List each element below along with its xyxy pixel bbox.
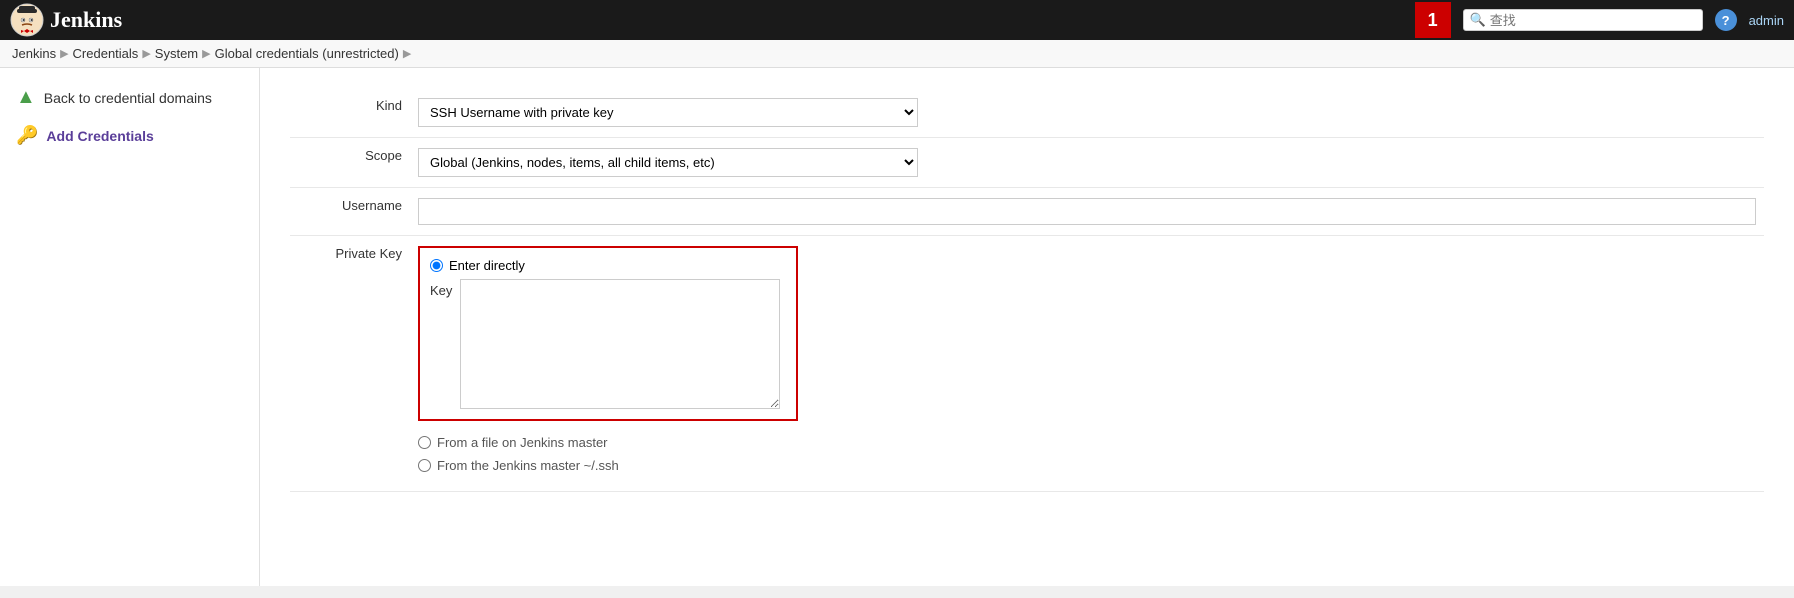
from-file-option: From a file on Jenkins master — [418, 435, 1756, 450]
breadcrumb-arrow-2: ▶ — [142, 47, 150, 60]
username-cell — [410, 188, 1764, 236]
search-box: 🔍 — [1463, 9, 1703, 31]
form-row-kind: Kind SSH Username with private key — [290, 88, 1764, 138]
navbar: Jenkins 1 🔍 ? admin — [0, 0, 1794, 40]
private-key-label: Private Key — [290, 236, 410, 492]
username-label: Username — [290, 188, 410, 236]
from-ssh-label: From the Jenkins master ~/.ssh — [437, 458, 619, 473]
private-key-cell: Enter directly Key From a file on Jenkin… — [410, 236, 1764, 492]
enter-directly-option: Enter directly — [430, 258, 786, 273]
sidebar: ▲ Back to credential domains 🔑 Add Crede… — [0, 68, 260, 586]
jenkins-avatar-icon — [10, 3, 44, 37]
kind-label: Kind — [290, 88, 410, 138]
breadcrumb-arrow-1: ▶ — [60, 47, 68, 60]
sidebar-item-add-credentials[interactable]: 🔑 Add Credentials — [0, 117, 259, 154]
search-input[interactable] — [1490, 13, 1690, 28]
build-count-badge[interactable]: 1 — [1415, 2, 1451, 38]
breadcrumb: Jenkins ▶ Credentials ▶ System ▶ Global … — [0, 40, 1794, 68]
enter-directly-label: Enter directly — [449, 258, 525, 273]
scope-label: Scope — [290, 138, 410, 188]
navbar-right: 1 🔍 ? admin — [1415, 2, 1784, 38]
from-file-label: From a file on Jenkins master — [437, 435, 608, 450]
navbar-left: Jenkins — [10, 3, 122, 37]
other-private-key-options: From a file on Jenkins master From the J… — [418, 435, 1756, 473]
form-row-private-key: Private Key Enter directly Key — [290, 236, 1764, 492]
breadcrumb-jenkins[interactable]: Jenkins — [12, 46, 56, 61]
app-title: Jenkins — [50, 7, 122, 33]
add-credentials-link[interactable]: Add Credentials — [46, 128, 153, 144]
admin-link[interactable]: admin — [1749, 13, 1784, 28]
enter-directly-radio[interactable] — [430, 259, 443, 272]
kind-cell: SSH Username with private key — [410, 88, 1764, 138]
username-input[interactable] — [418, 198, 1756, 225]
breadcrumb-system[interactable]: System — [155, 46, 198, 61]
form-area: Kind SSH Username with private key Scope… — [260, 68, 1794, 586]
breadcrumb-arrow-4: ▶ — [403, 47, 411, 60]
breadcrumb-global[interactable]: Global credentials (unrestricted) — [215, 46, 399, 61]
jenkins-logo: Jenkins — [10, 3, 122, 37]
scope-select[interactable]: Global (Jenkins, nodes, items, all child… — [418, 148, 918, 177]
help-icon[interactable]: ? — [1715, 9, 1737, 31]
breadcrumb-arrow-3: ▶ — [202, 47, 210, 60]
kind-select[interactable]: SSH Username with private key — [418, 98, 918, 127]
breadcrumb-credentials[interactable]: Credentials — [73, 46, 139, 61]
key-icon: 🔑 — [16, 125, 38, 146]
back-arrow-icon: ▲ — [16, 86, 36, 109]
key-label: Key — [430, 279, 452, 298]
sidebar-item-back[interactable]: ▲ Back to credential domains — [0, 78, 259, 117]
main-content: ▲ Back to credential domains 🔑 Add Crede… — [0, 68, 1794, 586]
key-textarea-row: Key — [430, 279, 786, 409]
from-file-radio[interactable] — [418, 436, 431, 449]
credentials-form: Kind SSH Username with private key Scope… — [290, 88, 1764, 492]
private-key-options-box: Enter directly Key — [418, 246, 798, 421]
from-ssh-option: From the Jenkins master ~/.ssh — [418, 458, 1756, 473]
search-icon: 🔍 — [1470, 12, 1486, 28]
from-ssh-radio[interactable] — [418, 459, 431, 472]
key-textarea[interactable] — [460, 279, 780, 409]
form-row-scope: Scope Global (Jenkins, nodes, items, all… — [290, 138, 1764, 188]
form-row-username: Username — [290, 188, 1764, 236]
scope-cell: Global (Jenkins, nodes, items, all child… — [410, 138, 1764, 188]
back-to-domains-link[interactable]: Back to credential domains — [44, 90, 212, 106]
